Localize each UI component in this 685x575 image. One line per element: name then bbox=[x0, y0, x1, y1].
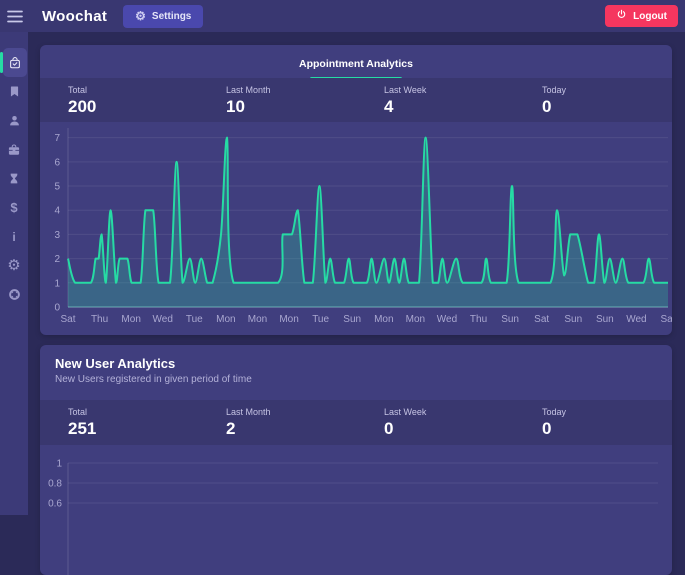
stat-label: Total bbox=[68, 407, 198, 417]
svg-text:Sun: Sun bbox=[564, 314, 582, 325]
svg-text:Sat: Sat bbox=[534, 314, 549, 325]
user-icon bbox=[8, 114, 21, 127]
stat-total: Total 251 bbox=[40, 400, 198, 445]
tab-label: Appointment Analytics bbox=[299, 58, 413, 70]
sidebar-item-support[interactable] bbox=[0, 280, 28, 309]
stat-value: 0 bbox=[542, 97, 672, 117]
svg-text:1: 1 bbox=[56, 459, 62, 470]
svg-text:2: 2 bbox=[54, 254, 60, 265]
svg-text:0: 0 bbox=[54, 303, 60, 314]
stat-value: 0 bbox=[384, 419, 514, 439]
hourglass-icon bbox=[8, 172, 20, 185]
svg-text:0.6: 0.6 bbox=[48, 499, 62, 510]
svg-text:Mon: Mon bbox=[374, 314, 393, 325]
stat-last-month: Last Month 10 bbox=[198, 78, 356, 122]
stat-value: 4 bbox=[384, 97, 514, 117]
stat-label: Last Week bbox=[384, 85, 514, 95]
stat-total: Total 200 bbox=[40, 78, 198, 122]
info-icon: i bbox=[12, 231, 15, 243]
svg-text:1: 1 bbox=[54, 278, 60, 289]
stat-value: 2 bbox=[226, 419, 356, 439]
svg-text:Sat: Sat bbox=[660, 314, 672, 325]
svg-text:0.8: 0.8 bbox=[48, 479, 62, 490]
power-icon bbox=[616, 9, 627, 23]
stat-label: Last Week bbox=[384, 407, 514, 417]
svg-text:Thu: Thu bbox=[91, 314, 108, 325]
new-user-stats-band: Total 251 Last Month 2 Last Week 0 Today… bbox=[40, 400, 672, 445]
bookmark-icon bbox=[8, 85, 21, 98]
card-header: New User Analytics New Users registered … bbox=[55, 356, 252, 385]
tab-appointment-analytics[interactable]: Appointment Analytics bbox=[299, 54, 413, 80]
svg-text:Sat: Sat bbox=[60, 314, 75, 325]
sidebar-item-bookmarks[interactable] bbox=[0, 77, 28, 106]
menu-icon[interactable] bbox=[0, 10, 30, 23]
stat-last-month: Last Month 2 bbox=[198, 400, 356, 445]
svg-text:Tue: Tue bbox=[186, 314, 203, 325]
stat-label: Today bbox=[542, 407, 672, 417]
bag-check-icon bbox=[8, 56, 22, 70]
svg-text:Mon: Mon bbox=[406, 314, 425, 325]
stat-value: 251 bbox=[68, 419, 198, 439]
sidebar-item-business[interactable] bbox=[0, 135, 28, 164]
new-user-analytics-chart: 1 0.8 0.6 bbox=[40, 445, 672, 575]
svg-text:Sun: Sun bbox=[501, 314, 519, 325]
app-title: Woochat bbox=[42, 8, 107, 25]
new-user-analytics-card: New User Analytics New Users registered … bbox=[40, 345, 672, 575]
stat-value: 0 bbox=[542, 419, 672, 439]
active-indicator bbox=[0, 52, 3, 73]
sidebar-item-history[interactable] bbox=[0, 164, 28, 193]
settings-button[interactable]: ⚙ Settings bbox=[123, 5, 203, 28]
stat-last-week: Last Week 4 bbox=[356, 78, 514, 122]
logout-button[interactable]: Logout bbox=[605, 5, 678, 27]
svg-text:Mon: Mon bbox=[121, 314, 140, 325]
svg-text:Thu: Thu bbox=[470, 314, 487, 325]
svg-text:3: 3 bbox=[54, 230, 60, 241]
briefcase-icon bbox=[7, 143, 21, 157]
stat-last-week: Last Week 0 bbox=[356, 400, 514, 445]
logout-label: Logout bbox=[633, 11, 667, 22]
stat-label: Today bbox=[542, 85, 672, 95]
life-ring-icon bbox=[8, 288, 21, 301]
card-subtitle: New Users registered in given period of … bbox=[55, 374, 252, 385]
stat-today: Today 0 bbox=[514, 400, 672, 445]
gear-icon: ⚙ bbox=[135, 9, 146, 23]
stat-label: Last Month bbox=[226, 85, 356, 95]
dollar-icon: $ bbox=[10, 201, 17, 214]
svg-text:6: 6 bbox=[54, 157, 60, 168]
sidebar-item-users[interactable] bbox=[0, 106, 28, 135]
svg-text:4: 4 bbox=[54, 206, 60, 217]
svg-text:Wed: Wed bbox=[626, 314, 646, 325]
sidebar: $ i ⚙ bbox=[0, 32, 28, 515]
stat-today: Today 0 bbox=[514, 78, 672, 122]
appointment-stats-band: Total 200 Last Month 10 Last Week 4 Toda… bbox=[40, 78, 672, 122]
svg-text:Sun: Sun bbox=[596, 314, 614, 325]
svg-text:7: 7 bbox=[54, 133, 60, 144]
sidebar-item-info[interactable]: i bbox=[0, 222, 28, 251]
stat-value: 200 bbox=[68, 97, 198, 117]
svg-text:Tue: Tue bbox=[312, 314, 329, 325]
settings-label: Settings bbox=[152, 11, 191, 22]
appointment-analytics-card: Appointment Analytics Total 200 Last Mon… bbox=[40, 45, 672, 335]
stat-label: Last Month bbox=[226, 407, 356, 417]
card-title: New User Analytics bbox=[55, 356, 252, 371]
svg-text:Sun: Sun bbox=[343, 314, 361, 325]
svg-text:5: 5 bbox=[54, 182, 60, 193]
svg-text:Wed: Wed bbox=[437, 314, 457, 325]
tab-bar: Appointment Analytics bbox=[40, 45, 672, 80]
stat-label: Total bbox=[68, 85, 198, 95]
svg-text:Mon: Mon bbox=[216, 314, 235, 325]
svg-text:Mon: Mon bbox=[248, 314, 267, 325]
sidebar-item-appointments[interactable] bbox=[3, 48, 27, 77]
appointment-analytics-chart: 0 1 2 3 4 5 6 7 Sat Thu Mon Wed Tue Mon Mon Mon Tue Sun Mo… bbox=[40, 123, 672, 335]
navbar: Woochat ⚙ Settings Logout bbox=[0, 0, 685, 32]
sidebar-item-settings[interactable]: ⚙ bbox=[0, 251, 28, 280]
sidebar-item-billing[interactable]: $ bbox=[0, 193, 28, 222]
gear-icon: ⚙ bbox=[7, 258, 20, 273]
stat-value: 10 bbox=[226, 97, 356, 117]
svg-text:Mon: Mon bbox=[279, 314, 298, 325]
svg-text:Wed: Wed bbox=[153, 314, 173, 325]
